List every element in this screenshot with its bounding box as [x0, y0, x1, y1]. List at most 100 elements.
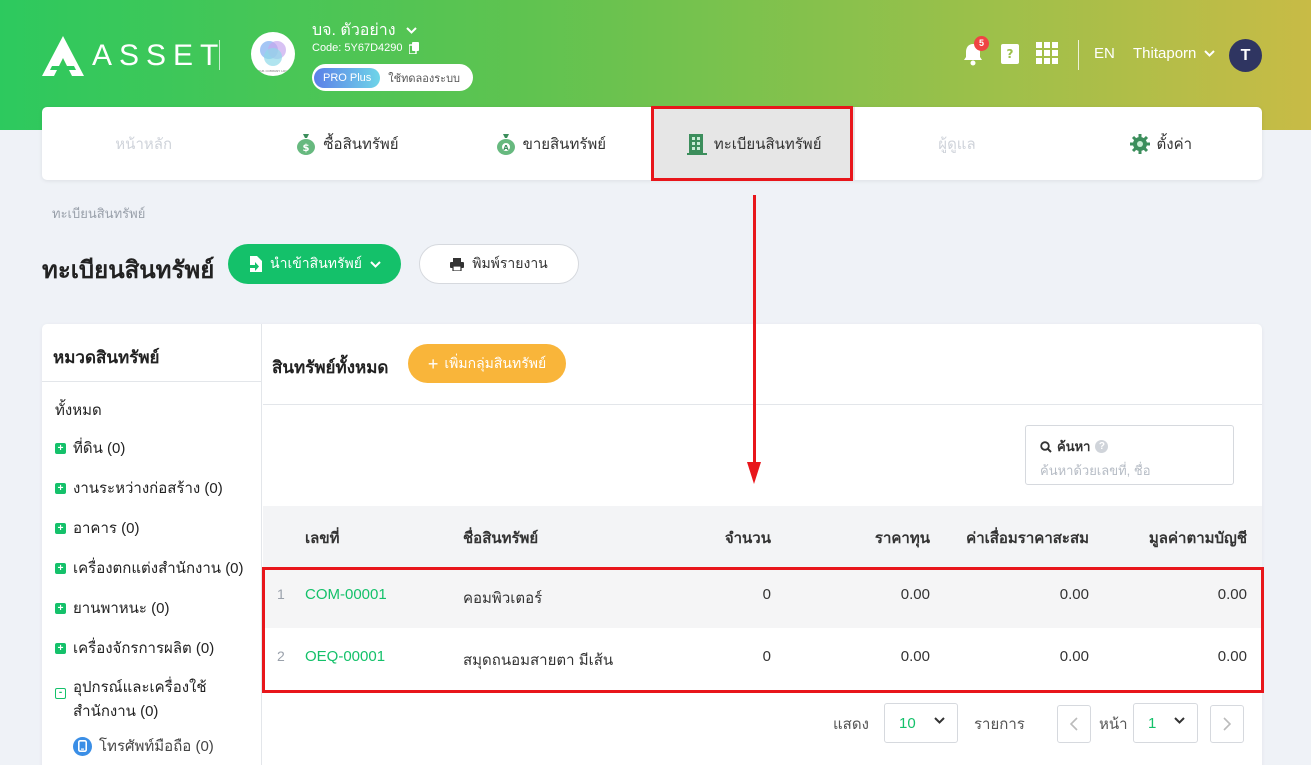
- grid-icon: [1036, 42, 1058, 64]
- company-code: Code: 5Y67D4290: [312, 42, 403, 54]
- category-vehicles[interactable]: + ยานพาหนะ (0): [55, 596, 169, 620]
- category-label-line1: อุปกรณ์และเครื่องใช้: [73, 679, 207, 696]
- category-label: เครื่องตกแต่งสำนักงาน (0): [73, 560, 244, 577]
- company-logo-text: YOUR COMPANY LOGO: [256, 69, 290, 73]
- mobile-phone-icon: [73, 736, 92, 756]
- money-bag-sell-icon: A: [496, 133, 515, 155]
- column-header-book-value[interactable]: มูลค่าตามบัญชี: [1097, 526, 1247, 550]
- svg-text:$: $: [303, 143, 310, 154]
- plus-icon: +: [427, 353, 439, 374]
- expand-icon[interactable]: +: [55, 482, 66, 494]
- copy-icon[interactable]: [408, 42, 419, 54]
- notification-count: 5: [974, 36, 989, 51]
- money-bag-icon: $: [297, 133, 316, 155]
- page-title: ทะเบียนสินทรัพย์: [42, 257, 215, 284]
- pager-show-label: แสดง: [833, 716, 869, 733]
- search-input[interactable]: ค้นหา ? ค้นหาด้วยเลขที่, ชื่อ: [1025, 425, 1234, 485]
- breadcrumb[interactable]: ทะเบียนสินทรัพย์: [52, 203, 145, 224]
- nav-item-admins[interactable]: ผู้ดูแล: [855, 107, 1058, 180]
- category-office-equipment[interactable]: - อุปกรณ์และเครื่องใช้ สำนักงาน (0): [55, 676, 207, 724]
- category-building[interactable]: + อาคาร (0): [55, 516, 139, 540]
- chevron-down-icon: [1204, 50, 1216, 57]
- print-report-button[interactable]: พิมพ์รายงาน: [419, 244, 579, 284]
- chevron-left-icon: [1070, 717, 1078, 731]
- help-icon[interactable]: ?: [1095, 440, 1109, 453]
- category-machinery[interactable]: + เครื่องจักรการผลิต (0): [55, 636, 214, 660]
- category-sidebar: หมวดสินทรัพย์ ทั้งหมด + ที่ดิน (0) + งาน…: [42, 324, 262, 765]
- chevron-down-icon: [934, 717, 945, 724]
- category-construction[interactable]: + งานระหว่างก่อสร้าง (0): [55, 476, 223, 500]
- logo-text: ASSET: [92, 39, 226, 72]
- nav-item-label: ตั้งค่า: [1156, 135, 1193, 153]
- notification-button[interactable]: 5: [962, 36, 989, 70]
- avatar[interactable]: T: [1229, 39, 1262, 72]
- page-number-value: 1: [1148, 714, 1157, 732]
- column-header-name[interactable]: ชื่อสินทรัพย์: [463, 526, 538, 550]
- header-divider-right: [1078, 40, 1079, 70]
- category-label: เครื่องจักรการผลิต (0): [73, 640, 215, 657]
- expand-icon[interactable]: +: [55, 442, 66, 454]
- column-header-quantity[interactable]: จำนวน: [671, 526, 771, 550]
- page-size-value: 10: [899, 714, 916, 732]
- company-code-row: Code: 5Y67D4290: [312, 42, 419, 54]
- chevron-down-icon: [1174, 717, 1185, 724]
- import-assets-button[interactable]: นำเข้าสินทรัพย์: [228, 244, 401, 284]
- column-header-depreciation[interactable]: ค่าเสื่อมราคาสะสม: [939, 526, 1089, 550]
- company-selector[interactable]: บจ. ตัวอย่าง: [312, 18, 417, 43]
- nav-item-buy-assets[interactable]: $ ซื้อสินทรัพย์: [245, 107, 448, 180]
- manual-button[interactable]: ?: [1000, 38, 1022, 70]
- category-label: งานระหว่างก่อสร้าง (0): [73, 480, 223, 497]
- nav-item-label: ขายสินทรัพย์: [522, 135, 607, 153]
- category-office-furniture[interactable]: + เครื่องตกแต่งสำนักงาน (0): [55, 556, 244, 580]
- gear-icon: [1129, 133, 1150, 154]
- category-label: อาคาร (0): [73, 520, 140, 537]
- expand-icon[interactable]: +: [55, 522, 66, 534]
- subcategory-mobile-phone[interactable]: โทรศัพท์มือถือ (0): [73, 734, 214, 758]
- category-label: ที่ดิน (0): [73, 440, 126, 457]
- company-logo: YOUR COMPANY LOGO: [251, 32, 295, 76]
- category-all[interactable]: ทั้งหมด: [55, 398, 102, 422]
- expand-icon[interactable]: +: [55, 562, 66, 574]
- user-name: Thitaporn: [1133, 45, 1197, 62]
- table-header: เลขที่ ชื่อสินทรัพย์ จำนวน ราคาทุน ค่าเส…: [263, 506, 1262, 566]
- book-icon: ?: [1001, 44, 1019, 64]
- previous-page-button[interactable]: [1057, 705, 1091, 743]
- app-logo[interactable]: ASSET: [42, 36, 225, 76]
- divider: [263, 404, 1262, 405]
- nav-item-settings[interactable]: ตั้งค่า: [1059, 107, 1262, 180]
- import-assets-label: นำเข้าสินทรัพย์: [270, 255, 362, 271]
- expand-icon[interactable]: +: [55, 602, 66, 614]
- svg-text:A: A: [503, 144, 509, 152]
- expand-icon[interactable]: +: [55, 642, 66, 654]
- plan-indicator[interactable]: PRO Plus ใช้ทดลองระบบ: [312, 64, 473, 91]
- page-number-select[interactable]: 1: [1133, 703, 1198, 743]
- print-report-label: พิมพ์รายงาน: [472, 255, 548, 271]
- nav-item-label: หน้าหลัก: [115, 135, 173, 153]
- svg-text:?: ?: [1007, 47, 1014, 61]
- page-size-select[interactable]: 10: [884, 703, 958, 743]
- nav-item-home[interactable]: หน้าหลัก: [42, 107, 245, 180]
- add-asset-group-button[interactable]: + เพิ่มกลุ่มสินทรัพย์: [408, 344, 566, 383]
- search-icon: [1040, 440, 1052, 453]
- header-divider: [219, 40, 220, 70]
- chevron-right-icon: [1223, 717, 1231, 731]
- add-asset-group-label: เพิ่มกลุ่มสินทรัพย์: [444, 354, 547, 371]
- language-switch[interactable]: EN: [1094, 45, 1115, 62]
- category-sidebar-title: หมวดสินทรัพย์: [53, 348, 160, 367]
- pager-items-label: รายการ: [974, 716, 1025, 733]
- nav-item-sell-assets[interactable]: A ขายสินทรัพย์: [449, 107, 652, 180]
- divider: [42, 381, 261, 382]
- subcategory-label: โทรศัพท์มือถือ (0): [99, 738, 214, 755]
- user-menu[interactable]: Thitaporn: [1133, 45, 1216, 62]
- next-page-button[interactable]: [1210, 705, 1244, 743]
- apps-menu-button[interactable]: [1036, 38, 1060, 70]
- column-header-cost[interactable]: ราคาทุน: [830, 526, 930, 550]
- collapse-icon[interactable]: -: [55, 688, 66, 699]
- category-label: ยานพาหนะ (0): [73, 600, 170, 617]
- file-import-icon: [248, 256, 263, 272]
- category-land[interactable]: + ที่ดิน (0): [55, 436, 125, 460]
- category-label-line2: สำนักงาน (0): [73, 703, 159, 720]
- chevron-down-icon: [405, 27, 417, 34]
- nav-item-label: ผู้ดูแล: [938, 135, 976, 153]
- column-header-code[interactable]: เลขที่: [305, 526, 339, 550]
